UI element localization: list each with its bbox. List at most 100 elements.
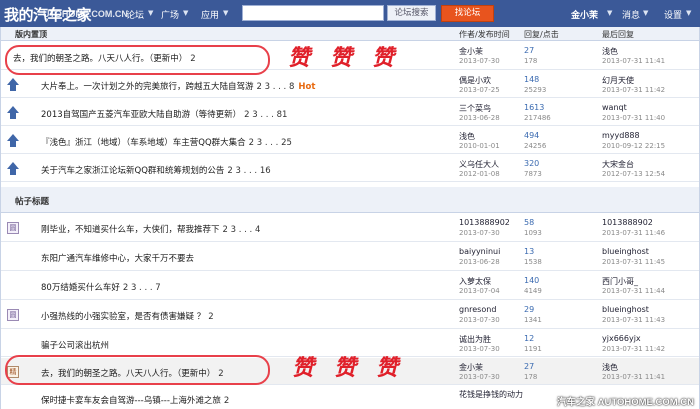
praise-annotation: 赞 — [288, 45, 311, 71]
last-reply-user[interactable]: blueinghost — [602, 305, 649, 314]
thread-title-link[interactable]: 东阳广通汽车维修中心，大家千万不要去 — [41, 252, 197, 264]
post-date: 2013-07-04 — [459, 287, 500, 295]
post-date: 2013-07-30 — [459, 373, 500, 381]
author-name[interactable]: gnresond — [459, 305, 496, 314]
post-date: 2013-06-28 — [459, 114, 500, 122]
site-watermark: 汽车之家 AUTOHOME.COM.CN — [556, 397, 694, 408]
chevron-down-icon[interactable]: ▼ — [686, 9, 691, 17]
table-header: 版内置顶 作者/发布时间 回复/点击 最后回复 — [1, 27, 699, 41]
view-count: 24256 — [524, 142, 547, 150]
author-name[interactable]: 三个菜鸟 — [459, 103, 491, 114]
author-name[interactable]: 诚出为胜 — [459, 334, 491, 345]
last-reply-user[interactable]: 幻月天使 — [602, 75, 634, 86]
reply-count: 58 — [524, 218, 535, 227]
reply-count: 29 — [524, 305, 535, 314]
last-reply-user[interactable]: 西门小哥_ — [602, 276, 638, 287]
reply-count: 148 — [524, 75, 540, 84]
section-label-posts: 帖子标题 — [15, 197, 50, 207]
table-row[interactable]: 2013自驾国产五菱汽车亚欧大陆自助游（等待更新） 2 3 . . . 81 三个… — [1, 99, 699, 126]
chevron-down-icon[interactable]: ▼ — [148, 9, 153, 17]
reply-count: 140 — [524, 276, 540, 285]
author-name[interactable]: 金小茉 — [459, 46, 483, 57]
praise-annotation: 赞 — [292, 355, 315, 381]
last-reply-date: 2013-07-31 11:40 — [602, 114, 666, 122]
post-date: 2013-07-30 — [459, 345, 500, 353]
table-row[interactable]: 80万结婚买什么车好 2 3 . . . 7 入萝太保 2013-07-04 14… — [1, 272, 699, 300]
table-row[interactable]: 『浅色』浙江（地域）（车系地域）车主营QQ群大集合 2 3 . . . 25 浅色… — [1, 127, 699, 154]
last-reply-user[interactable]: 浅色 — [602, 362, 618, 373]
post-date: 2010-01-01 — [459, 142, 500, 150]
pinned-up-arrow-icon — [6, 134, 20, 148]
table-row[interactable]: 圆 小强热线的小强实验室，是否有债害嫌疑 ？ 2 gnresond 2013-07… — [1, 301, 699, 329]
author-name[interactable]: 金小茉 — [459, 362, 483, 373]
last-reply-date: 2013-07-31 11:42 — [602, 86, 666, 94]
table-row[interactable]: 关于汽车之家浙江论坛新QQ群和统筹规划的公告 2 3 . . . 16 义乌任大人… — [1, 155, 699, 182]
view-count: 1341 — [524, 316, 542, 324]
last-reply-date: 2013-07-31 11:44 — [602, 287, 666, 295]
last-reply-user[interactable]: yjx666yjx — [602, 334, 641, 343]
author-name[interactable]: 义乌任大人 — [459, 159, 499, 170]
table-row[interactable]: 圆 刚毕业，不知道买什么车，大侠们，帮我推荐下 2 3 . . . 4 10138… — [1, 214, 699, 242]
thread-title-link[interactable]: 刚毕业，不知道买什么车，大侠们，帮我推荐下 2 3 . . . 4 — [41, 223, 260, 235]
settings-link[interactable]: 设置 — [664, 8, 682, 21]
author-name[interactable]: 浅色 — [459, 131, 475, 142]
author-name[interactable]: 花钱是挣钱的动力 — [459, 389, 523, 400]
username-link[interactable]: 金小茉 — [571, 8, 598, 21]
thread-title-link[interactable]: 2013自驾国产五菱汽车亚欧大陆自助游（等待更新） 2 3 . . . 81 — [41, 108, 287, 120]
reply-count: 27 — [524, 46, 535, 55]
author-name[interactable]: 入萝太保 — [459, 276, 491, 287]
last-reply-user[interactable]: 大宋金台 — [602, 159, 634, 170]
chevron-down-icon[interactable]: ▼ — [183, 9, 188, 17]
highlight-ellipse — [5, 45, 270, 75]
thread-title-link[interactable]: 保时捷卡宴车友会自驾游---乌镇---上海外滩之旅 2 — [41, 394, 229, 406]
author-name[interactable]: baiyyninui — [459, 247, 500, 256]
chevron-down-icon[interactable]: ▼ — [607, 9, 612, 17]
table-row[interactable]: 东阳广通汽车维修中心，大家千万不要去 baiyyninui 2013-06-28… — [1, 243, 699, 271]
thread-title-link[interactable]: 小强热线的小强实验室，是否有债害嫌疑 ？ 2 — [41, 310, 214, 322]
thread-title-link[interactable]: 关于汽车之家浙江论坛新QQ群和统筹规划的公告 2 3 . . . 16 — [41, 164, 271, 176]
last-reply-date: 2013-07-31 11:41 — [602, 57, 666, 65]
thread-type-icon: 圆 — [6, 308, 20, 322]
last-reply-date: 2013-07-31 11:41 — [602, 373, 666, 381]
praise-annotation: 赞 — [376, 355, 399, 381]
thread-title-link[interactable]: 骗子公司滚出杭州 — [41, 339, 112, 351]
praise-annotation: 赞 — [334, 355, 357, 381]
post-date: 2013-07-30 — [459, 57, 500, 65]
table-row[interactable]: 大片奉上。一次计划之外的完美旅行，跨越五大陆自驾游 2 3 . . . 8 Hot … — [1, 71, 699, 98]
nav-forum[interactable]: 论坛 — [126, 8, 144, 21]
view-count: 178 — [524, 373, 538, 381]
pinned-up-arrow-icon — [6, 162, 20, 176]
section-label-pinned: 版内置顶 — [15, 30, 47, 39]
chevron-down-icon[interactable]: ▼ — [223, 9, 228, 17]
last-reply-date: 2013-07-31 11:46 — [602, 229, 666, 237]
thread-title-link[interactable]: 大片奉上。一次计划之外的完美旅行，跨越五大陆自驾游 2 3 . . . 8 Hot — [41, 80, 315, 92]
chevron-down-icon[interactable]: ▼ — [643, 9, 648, 17]
reply-count: 494 — [524, 131, 540, 140]
reply-count: 27 — [524, 362, 535, 371]
post-date: 2013-07-30 — [459, 229, 500, 237]
nav-apps[interactable]: 应用 — [201, 8, 219, 21]
find-forum-button[interactable]: 找论坛 — [441, 5, 494, 22]
post-date: 2013-07-25 — [459, 86, 500, 94]
last-reply-date: 2010-09-12 22:15 — [602, 142, 666, 150]
last-reply-user[interactable]: 1013888902 — [602, 218, 653, 227]
last-reply-user[interactable]: blueinghost — [602, 247, 649, 256]
search-input[interactable] — [242, 5, 384, 21]
view-count: 1191 — [524, 345, 542, 353]
last-reply-user[interactable]: 浅色 — [602, 46, 618, 57]
author-name[interactable]: 偶是小欢 — [459, 75, 491, 86]
last-reply-date: 2012-07-13 12:54 — [602, 170, 666, 178]
messages-link[interactable]: 消息 — [622, 8, 640, 21]
author-name[interactable]: 1013888902 — [459, 218, 510, 227]
column-header-author: 作者/发布时间 — [459, 30, 510, 39]
nav-square[interactable]: 广场 — [161, 8, 179, 21]
last-reply-date: 2013-07-31 11:45 — [602, 258, 666, 266]
last-reply-user[interactable]: wanqt — [602, 103, 627, 112]
reply-count: 12 — [524, 334, 535, 343]
view-count: 178 — [524, 57, 538, 65]
forum-search-button[interactable]: 论坛搜索 — [387, 5, 436, 21]
thread-title-link[interactable]: 『浅色』浙江（地域）（车系地域）车主营QQ群大集合 2 3 . . . 25 — [41, 136, 292, 148]
highlight-ellipse — [5, 355, 270, 385]
last-reply-user[interactable]: myyd888 — [602, 131, 640, 140]
thread-title-link[interactable]: 80万结婚买什么车好 2 3 . . . 7 — [41, 281, 161, 293]
